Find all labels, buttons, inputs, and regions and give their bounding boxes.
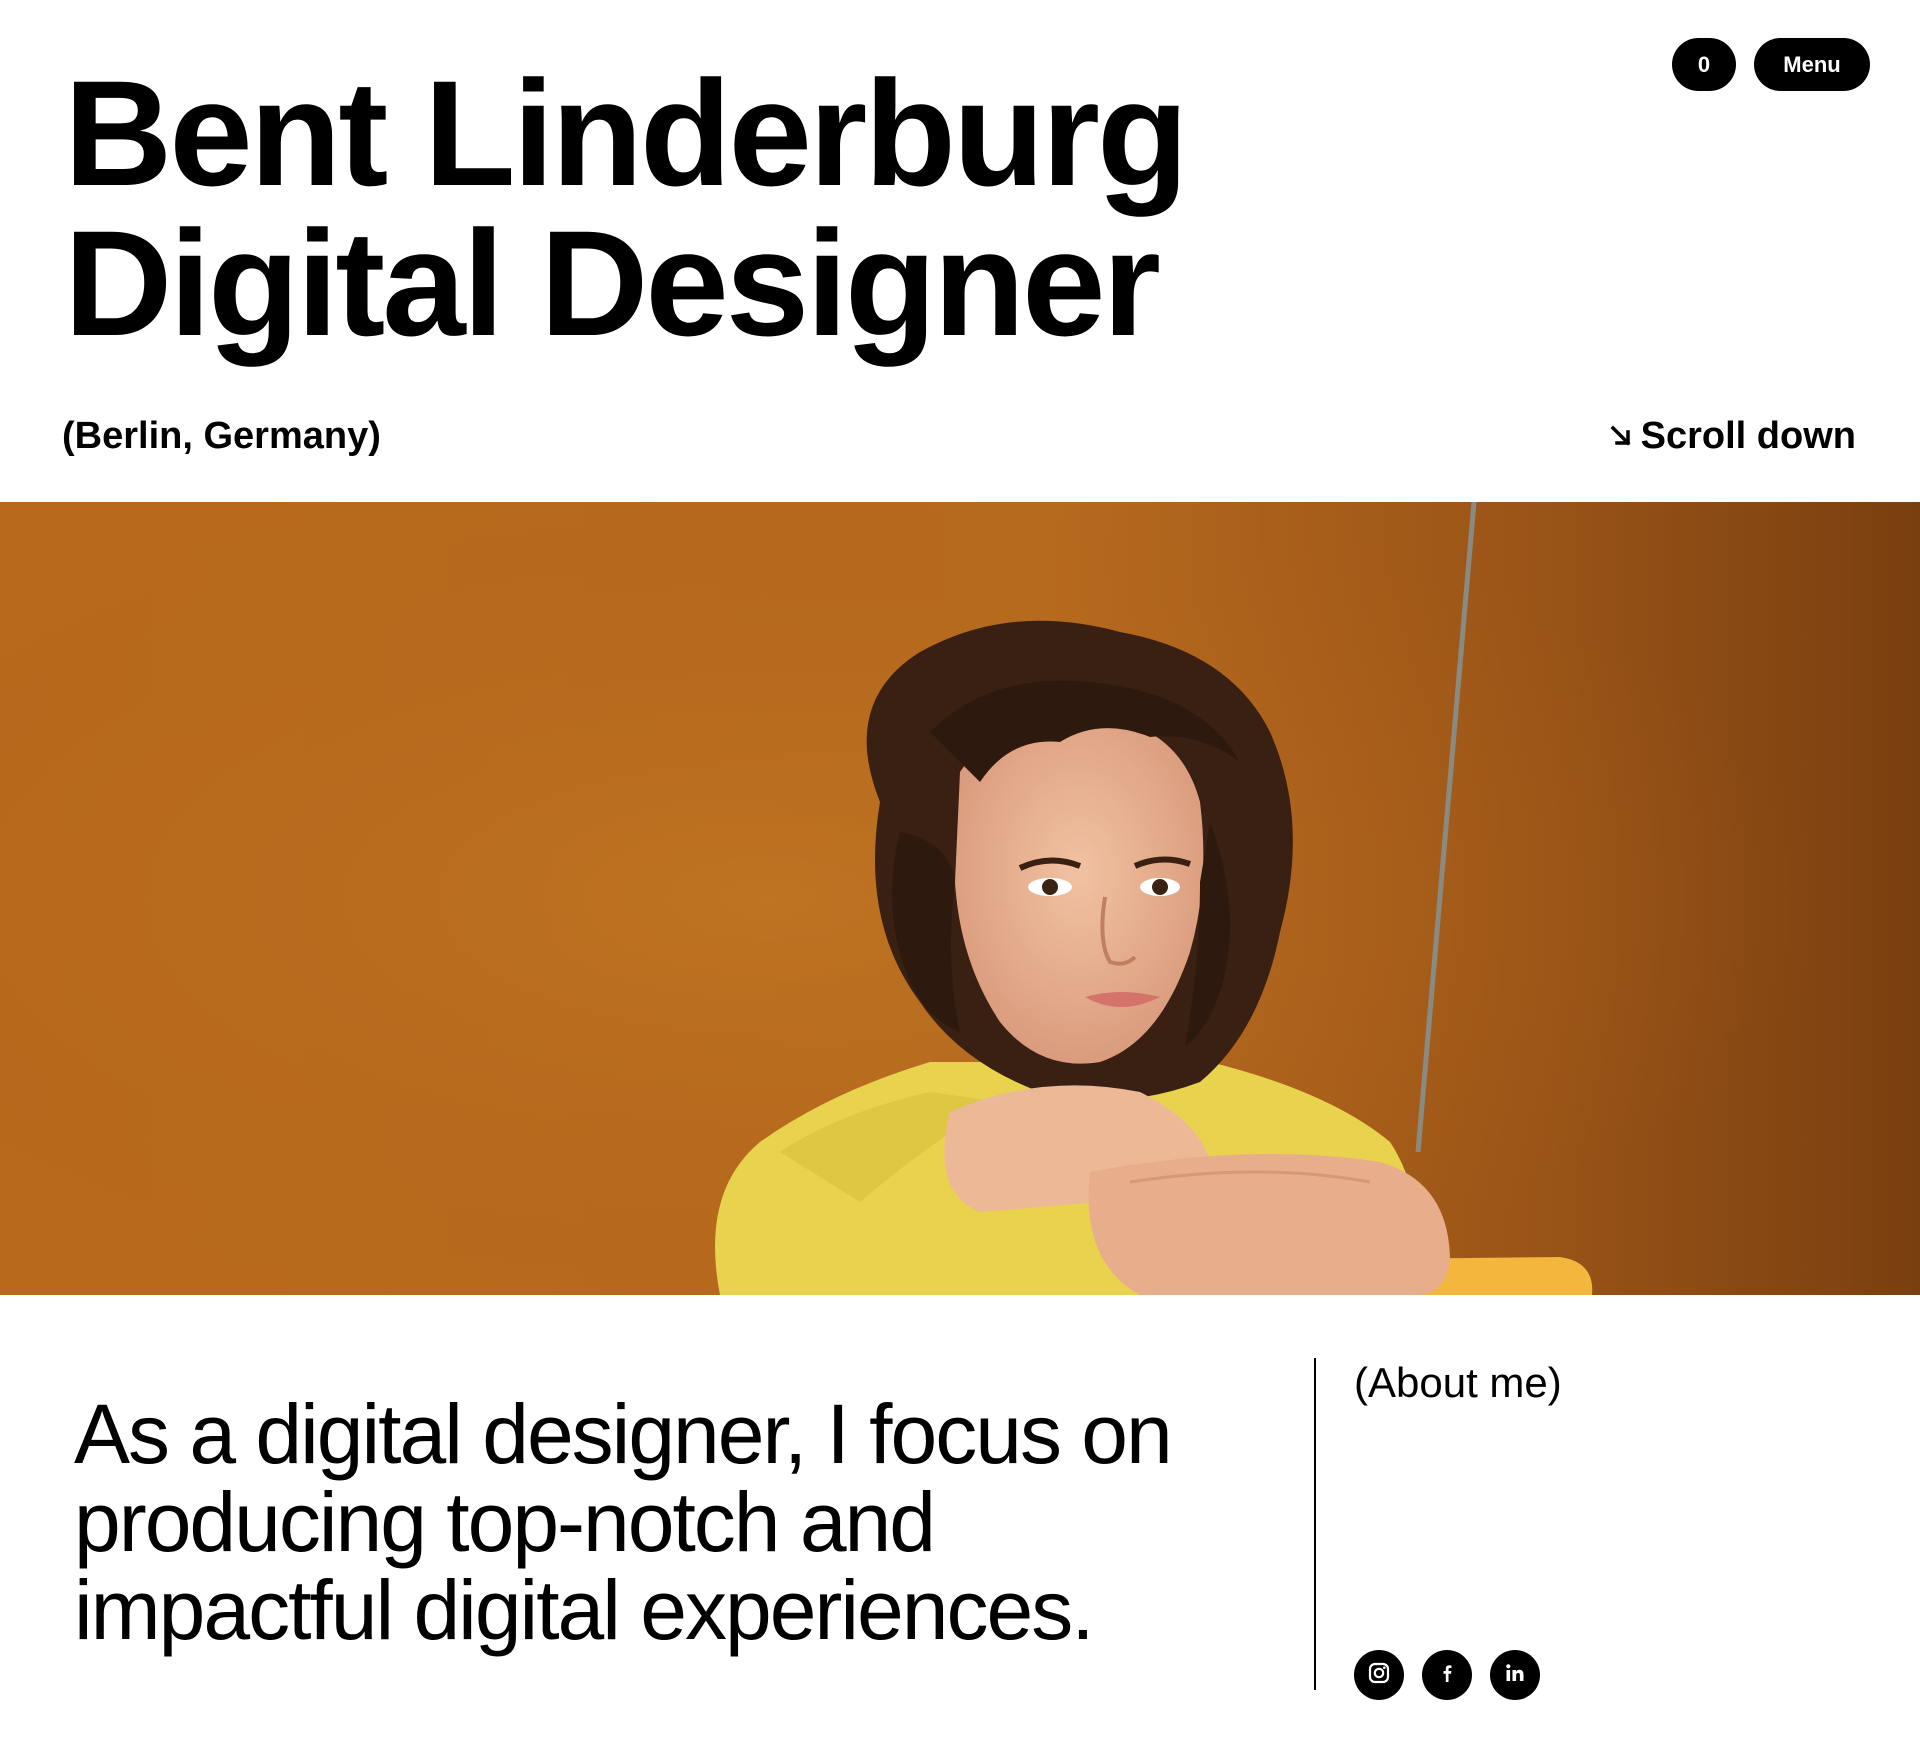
page: Bent Linderburg Digital Designer 0 Menu … <box>0 0 1920 1751</box>
scroll-down-link[interactable]: Scroll down <box>1609 413 1856 459</box>
linkedin-icon <box>1503 1661 1527 1690</box>
instagram-icon <box>1367 1661 1391 1690</box>
page-title: Bent Linderburg Digital Designer <box>64 49 1189 367</box>
title-name: Bent Linderburg <box>64 49 1189 217</box>
facebook-icon <box>1435 1661 1459 1690</box>
instagram-link[interactable] <box>1354 1650 1404 1700</box>
linkedin-link[interactable] <box>1490 1650 1540 1700</box>
hero-portrait-photo <box>0 502 1920 1295</box>
cart-count-button[interactable]: 0 <box>1672 38 1736 91</box>
top-controls: 0 Menu <box>1672 38 1870 91</box>
location-label: (Berlin, Germany) <box>62 415 381 457</box>
about-label: (About me) <box>1354 1359 1562 1406</box>
title-role: Digital Designer <box>64 199 1161 367</box>
divider <box>1314 1358 1316 1690</box>
about-statement: As a digital designer, I focus on produc… <box>74 1387 1173 1657</box>
menu-button[interactable]: Menu <box>1754 38 1870 91</box>
scroll-down-label: Scroll down <box>1640 415 1856 457</box>
facebook-link[interactable] <box>1422 1650 1472 1700</box>
social-links <box>1354 1650 1540 1700</box>
arrow-down-right-icon <box>1609 424 1633 448</box>
